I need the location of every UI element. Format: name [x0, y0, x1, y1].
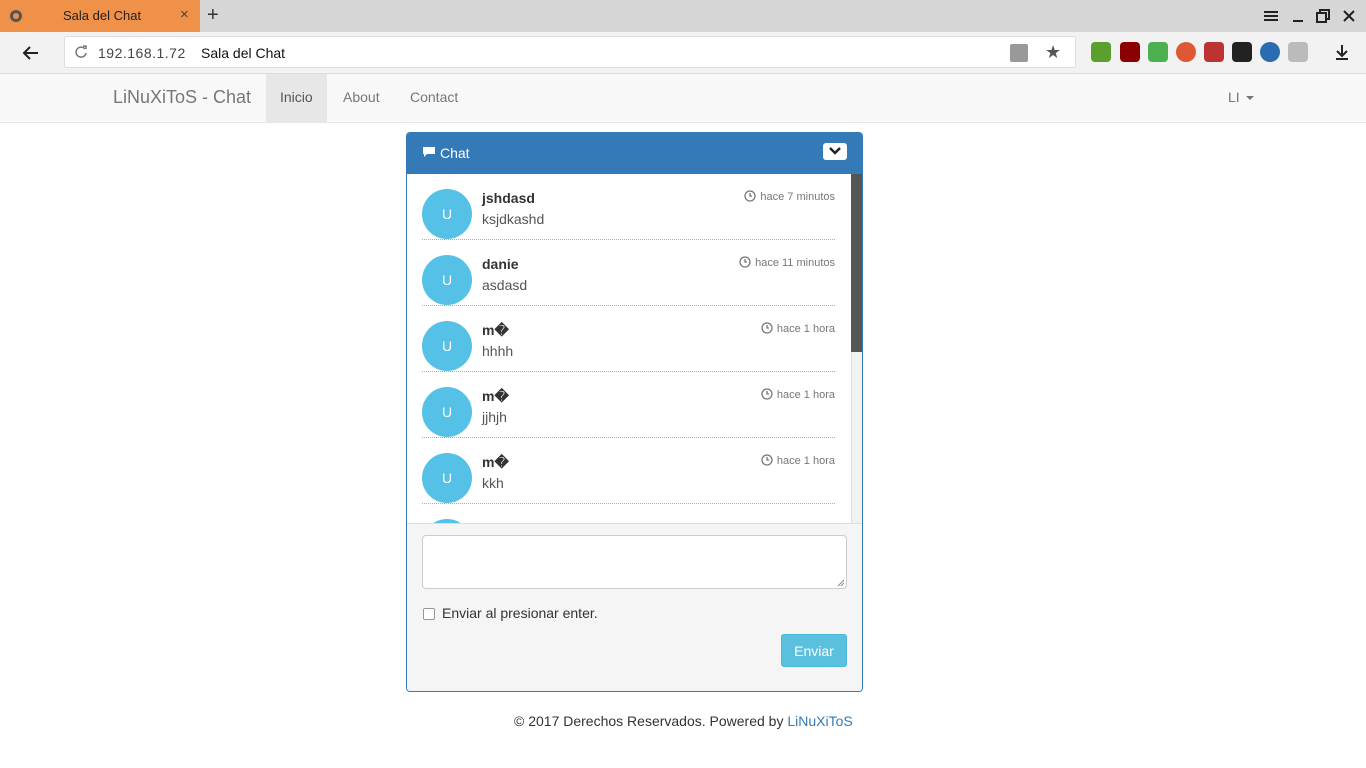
bookmark-star-icon[interactable]: ★ — [1045, 42, 1061, 62]
globe-icon[interactable] — [1010, 44, 1028, 62]
avatar: U — [422, 255, 472, 305]
footer-link[interactable]: LiNuXiToS — [787, 713, 852, 729]
chat-message: U m� kkh hace 1 hora — [422, 438, 835, 504]
message-time-text: hace 1 hora — [776, 389, 835, 401]
brand-link[interactable]: LiNuXiToS - Chat — [113, 87, 251, 108]
chat-message: U m� hhhh hace 1 hora — [422, 306, 835, 372]
message-time-text: hace 7 minutos — [760, 191, 835, 203]
message-time: hace 11 minutos — [739, 256, 835, 269]
clock-icon — [761, 454, 773, 466]
chat-message-list[interactable]: U jshdasd ksjdkashd hace 7 minutos U dan… — [407, 174, 862, 523]
scrollbar-thumb[interactable] — [851, 174, 862, 352]
reload-icon[interactable] — [74, 45, 88, 59]
address-bar[interactable]: 192.168.1.72 Sala del Chat ★ — [64, 36, 1076, 68]
send-button[interactable]: Enviar — [781, 634, 847, 667]
clock-icon — [744, 190, 757, 202]
message-user: m� — [482, 322, 509, 338]
tab-title: Sala del Chat — [63, 8, 142, 23]
message-user: m� — [482, 454, 509, 470]
ublock-icon[interactable] — [1120, 42, 1140, 62]
message-user: m� — [482, 388, 509, 404]
caret-down-icon — [1245, 96, 1254, 101]
chat-panel: Chat U jshdasd ksjdkashd hace 7 minutos … — [406, 132, 863, 692]
chat-panel-heading: Chat — [407, 133, 862, 174]
browser-tabbar: Sala del Chat × + — [0, 0, 1366, 32]
message-user: jshdasd — [482, 190, 535, 206]
translate-extension-icon[interactable] — [1260, 42, 1280, 62]
extension-icon[interactable] — [1288, 42, 1308, 62]
user-initials: LI — [1228, 89, 1240, 105]
comment-icon — [423, 147, 435, 157]
message-text: ksjdkashd — [482, 211, 545, 227]
close-window-icon[interactable] — [1339, 6, 1359, 26]
avatar: U — [422, 321, 472, 371]
url-host: 192.168.1.72 — [98, 45, 186, 61]
chat-message: U jshdasd ksjdkashd hace 7 minutos — [422, 174, 835, 240]
duckduckgo-icon[interactable] — [1176, 42, 1196, 62]
message-text: hhhh — [482, 343, 514, 359]
message-time-text: hace 1 hora — [776, 323, 835, 335]
browser-tab[interactable]: Sala del Chat × — [0, 0, 200, 32]
resize-grip-icon[interactable] — [837, 579, 845, 587]
url-page-title: Sala del Chat — [201, 45, 286, 61]
user-dropdown[interactable]: LI — [1228, 89, 1254, 105]
download-icon[interactable] — [1332, 42, 1352, 62]
message-time: hace 1 hora — [761, 454, 835, 467]
message-text: jjhjh — [482, 409, 507, 425]
message-time-text: hace 11 minutos — [755, 257, 835, 269]
copyright-text: © 2017 Derechos Reservados. Powered by — [514, 713, 788, 729]
footer-content: © 2017 Derechos Reservados. Powered by L… — [514, 713, 853, 729]
chat-message: U m� jjhjh hace 1 hora — [422, 372, 835, 438]
message-time: hace 7 minutos — [744, 190, 835, 203]
chevron-down-icon — [829, 147, 841, 155]
send-on-enter-checkbox[interactable] — [423, 608, 435, 620]
message-text: kkh — [482, 475, 504, 491]
nav-item-contact[interactable]: Contact — [396, 74, 472, 122]
avatar: U — [422, 453, 472, 503]
download-extension-icon[interactable] — [1091, 42, 1111, 62]
message-time: hace 1 hora — [761, 388, 835, 401]
avatar: U — [422, 189, 472, 239]
message-user: danie — [482, 256, 519, 272]
clock-icon — [761, 322, 773, 334]
collapse-button[interactable] — [823, 143, 847, 160]
message-input[interactable] — [422, 535, 847, 589]
bug-extension-icon[interactable] — [1204, 42, 1224, 62]
new-tab-button[interactable]: + — [207, 5, 219, 25]
clock-icon — [761, 388, 773, 400]
tab-close-icon[interactable]: × — [180, 7, 189, 23]
send-on-enter-label: Enviar al presionar enter. — [442, 605, 598, 621]
menu-icon[interactable] — [1261, 6, 1281, 26]
chat-message-partial — [422, 504, 835, 523]
back-arrow-icon[interactable] — [20, 42, 42, 64]
restore-icon[interactable] — [1313, 6, 1333, 26]
avatar: U — [422, 387, 472, 437]
nav-item-inicio[interactable]: Inicio — [266, 74, 327, 122]
clock-icon — [739, 256, 751, 268]
gnome-extension-icon[interactable] — [1232, 42, 1252, 62]
browser-toolbar: 192.168.1.72 Sala del Chat ★ — [0, 32, 1366, 74]
chat-panel-footer: Enviar al presionar enter. Enviar — [407, 523, 862, 691]
tab-favicon-icon — [10, 10, 22, 22]
minimize-icon[interactable] — [1288, 6, 1308, 26]
chat-message: U danie asdasd hace 11 minutos — [422, 240, 835, 306]
shield-extension-icon[interactable] — [1148, 42, 1168, 62]
chat-title: Chat — [440, 145, 470, 161]
message-time-text: hace 1 hora — [776, 455, 835, 467]
message-time: hace 1 hora — [761, 322, 835, 335]
nav-item-about[interactable]: About — [329, 74, 394, 122]
site-navbar: LiNuXiToS - Chat Inicio About Contact LI — [0, 74, 1366, 123]
message-text: asdasd — [482, 277, 528, 293]
